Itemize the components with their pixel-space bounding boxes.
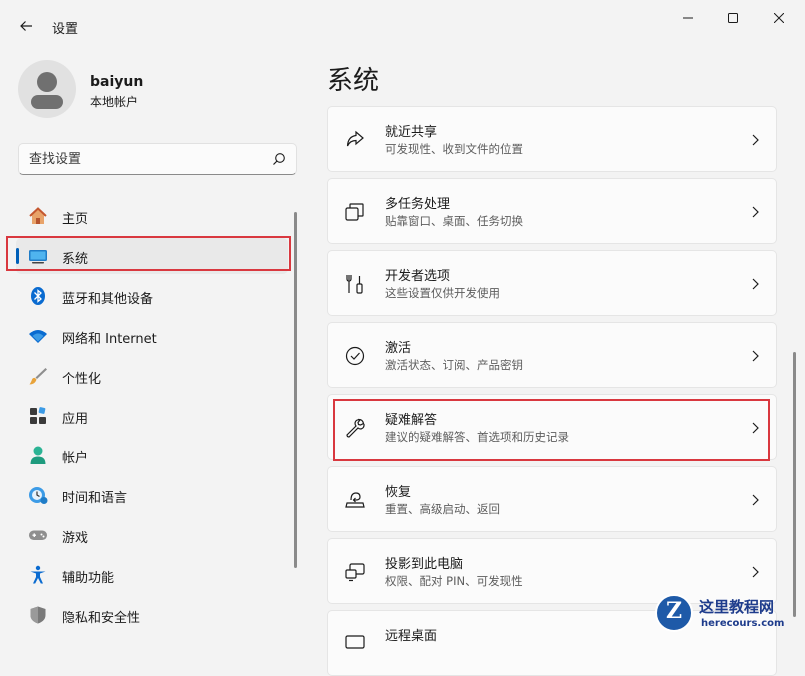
card-title: 投影到此电脑	[385, 557, 464, 572]
sidebar-scrollbar[interactable]	[294, 212, 297, 568]
home-icon	[29, 207, 47, 224]
nav-item-label: 帐户	[62, 451, 89, 466]
watermark-url: herecours.com	[701, 618, 785, 629]
nav-item-time-language[interactable]: 时间和语言	[16, 477, 288, 513]
wifi-icon	[29, 330, 47, 343]
nav-item-gaming[interactable]: 游戏	[16, 517, 288, 553]
card-title: 远程桌面	[385, 629, 438, 644]
person-icon	[30, 446, 46, 464]
card-subtitle: 权限、配对 PIN、可发现性	[385, 574, 523, 588]
back-arrow-icon	[20, 21, 32, 31]
card-nearby-sharing[interactable]: 就近共享 可发现性、收到文件的位置	[327, 106, 777, 172]
nav-item-privacy[interactable]: 隐私和安全性	[16, 597, 288, 633]
card-multitasking[interactable]: 多任务处理 贴靠窗口、桌面、任务切换	[327, 178, 777, 244]
chevron-right-icon	[752, 206, 759, 218]
search-icon[interactable]	[272, 152, 286, 166]
avatar[interactable]	[18, 60, 76, 118]
clock-globe-icon	[29, 487, 48, 504]
card-subtitle: 激活状态、订阅、产品密钥	[385, 358, 523, 372]
nav-item-label: 辅助功能	[62, 571, 115, 586]
card-subtitle: 重置、高级启动、返回	[385, 502, 500, 516]
card-title: 恢复	[385, 485, 412, 500]
user-avatar-icon	[31, 72, 63, 109]
remote-desktop-icon	[345, 635, 365, 649]
card-developer-options[interactable]: 开发者选项 这些设置仅供开发使用	[327, 250, 777, 316]
developer-tools-icon	[346, 275, 363, 294]
maximize-button[interactable]	[710, 4, 756, 32]
nav-item-label: 时间和语言	[62, 491, 128, 506]
search-input[interactable]	[29, 144, 259, 174]
minimize-icon	[683, 17, 693, 19]
card-subtitle: 这些设置仅供开发使用	[385, 286, 500, 300]
nav-item-label: 个性化	[62, 372, 102, 387]
nav-item-network[interactable]: 网络和 Internet	[16, 318, 288, 354]
nav-item-label: 主页	[62, 212, 89, 227]
close-button[interactable]	[756, 4, 802, 32]
chevron-right-icon	[752, 566, 759, 578]
nav-item-label: 蓝牙和其他设备	[62, 292, 154, 307]
watermark-logo: Z	[655, 594, 693, 632]
user-name: baiyun	[90, 74, 144, 90]
nav-item-label: 隐私和安全性	[62, 611, 141, 626]
nav-item-accounts[interactable]: 帐户	[16, 437, 288, 473]
card-subtitle: 可发现性、收到文件的位置	[385, 142, 523, 156]
back-button[interactable]	[10, 12, 42, 40]
card-activation[interactable]: 激活 激活状态、订阅、产品密钥	[327, 322, 777, 388]
chevron-right-icon	[752, 494, 759, 506]
card-title: 就近共享	[385, 125, 438, 140]
search-box	[18, 143, 297, 175]
minimize-button[interactable]	[665, 4, 711, 32]
nav-item-bluetooth[interactable]: 蓝牙和其他设备	[16, 278, 288, 314]
brush-icon	[29, 368, 47, 385]
nav-item-label: 应用	[62, 412, 89, 427]
watermark-text: 这里教程网	[699, 598, 775, 616]
card-title: 多任务处理	[385, 197, 451, 212]
card-title: 激活	[385, 341, 412, 356]
content-scrollbar[interactable]	[793, 352, 796, 617]
maximize-icon	[728, 13, 738, 23]
nav-item-home[interactable]: 主页	[16, 198, 288, 234]
nav-item-label: 网络和 Internet	[62, 332, 157, 347]
nav-item-accessibility[interactable]: 辅助功能	[16, 557, 288, 593]
watermark: Z 这里教程网 herecours.com	[655, 594, 803, 634]
apps-icon	[30, 407, 46, 424]
shield-icon	[30, 606, 46, 624]
account-type: 本地帐户	[90, 95, 139, 109]
page-title: 系统	[327, 66, 380, 96]
highlight-box-troubleshoot	[333, 399, 770, 461]
share-icon	[346, 130, 364, 147]
highlight-box-system	[6, 236, 291, 271]
nav-item-personalization[interactable]: 个性化	[16, 358, 288, 394]
check-circle-icon	[345, 346, 365, 366]
bluetooth-icon	[31, 287, 45, 305]
accessibility-icon	[30, 565, 46, 584]
chevron-right-icon	[752, 350, 759, 362]
card-title: 开发者选项	[385, 269, 451, 284]
recovery-icon	[345, 492, 365, 508]
nav-item-label: 游戏	[62, 531, 89, 546]
card-subtitle: 贴靠窗口、桌面、任务切换	[385, 214, 523, 228]
close-icon	[774, 13, 784, 23]
window-title: 设置	[52, 22, 79, 37]
card-recovery[interactable]: 恢复 重置、高级启动、返回	[327, 466, 777, 532]
project-icon	[345, 563, 365, 582]
chevron-right-icon	[752, 134, 759, 146]
multitask-icon	[345, 203, 364, 221]
chevron-right-icon	[752, 278, 759, 290]
gamepad-icon	[29, 530, 47, 540]
nav-item-apps[interactable]: 应用	[16, 398, 288, 434]
